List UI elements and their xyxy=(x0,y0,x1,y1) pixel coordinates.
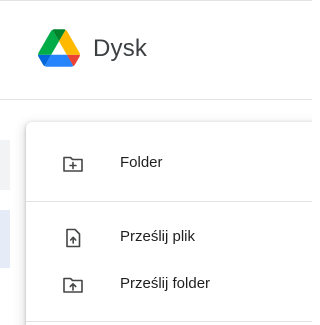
menu-item-label: Prześlij plik xyxy=(120,228,196,245)
folder-upload-icon xyxy=(63,277,83,293)
menu-item-new-folder[interactable]: Folder xyxy=(26,144,312,184)
sidebar-selected-background xyxy=(0,210,10,268)
header: Dysk xyxy=(0,1,312,99)
menu-divider xyxy=(26,321,312,322)
new-item-menu: Folder Prześlij plik Prześlij folder xyxy=(26,122,312,325)
google-drive-logo-icon[interactable] xyxy=(38,29,80,67)
file-upload-icon xyxy=(66,228,81,248)
menu-item-label: Folder xyxy=(120,154,163,171)
menu-divider xyxy=(26,201,312,202)
app-title: Dysk xyxy=(93,35,148,62)
menu-item-upload-file[interactable]: Prześlij plik xyxy=(26,218,312,258)
sidebar-background xyxy=(0,140,10,190)
drive-page: Dysk Folder Prześlij plik Prześlij folde… xyxy=(0,0,312,325)
menu-item-label: Prześlij folder xyxy=(120,275,211,292)
menu-item-upload-folder[interactable]: Prześlij folder xyxy=(26,265,312,305)
header-divider xyxy=(0,99,312,100)
new-folder-icon xyxy=(63,156,83,172)
